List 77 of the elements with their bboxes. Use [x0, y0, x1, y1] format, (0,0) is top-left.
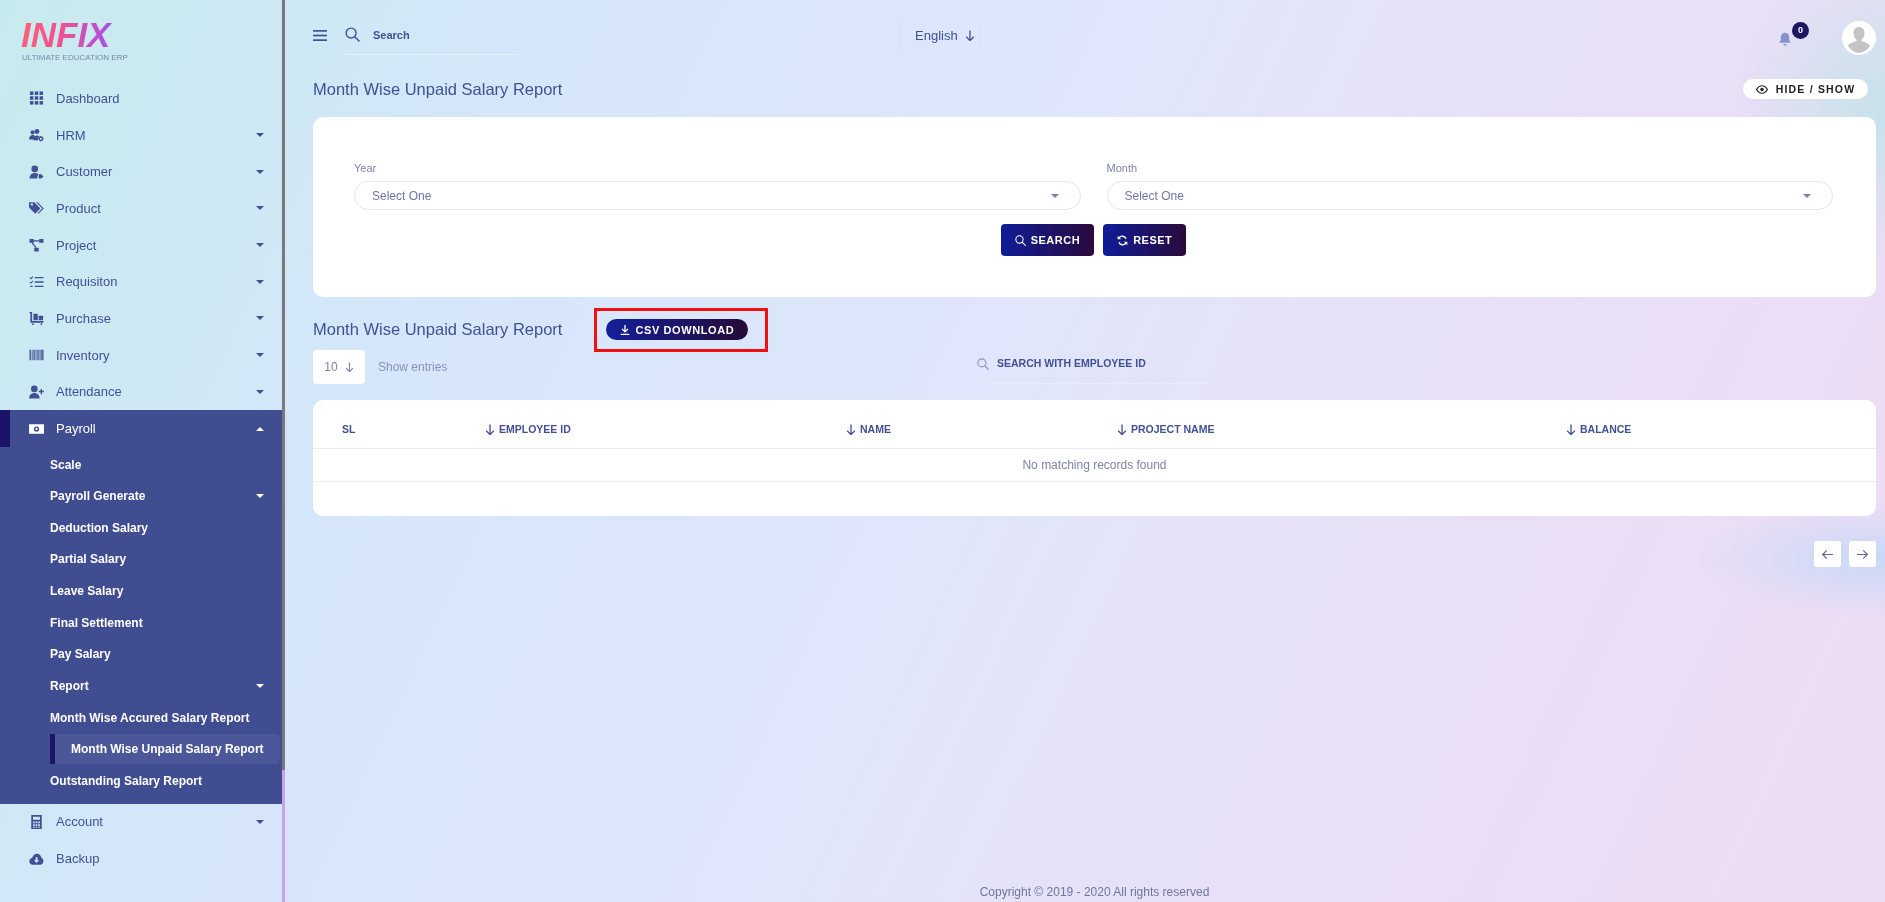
sort-arrow-icon	[1566, 423, 1576, 435]
cart-icon	[29, 311, 44, 326]
logo-subtitle: ULTIMATE EDUCATION ERP	[22, 53, 128, 62]
sidebar-item[interactable]: Project	[0, 226, 282, 264]
employee-search-field[interactable]: SEARCH WITH EMPLOYEE ID	[997, 357, 1197, 370]
submenu-item[interactable]: Report	[50, 671, 280, 701]
page-size-label: Show entries	[378, 360, 448, 374]
caret-icon	[1050, 193, 1059, 198]
sidebar-item[interactable]: Customer	[0, 153, 282, 191]
sort-arrow-icon	[1117, 423, 1127, 435]
submenu-item[interactable]: Month Wise Unpaid Salary Report	[50, 734, 280, 765]
user-tag-icon	[29, 164, 44, 179]
sidebar-item[interactable]: HRM	[0, 116, 282, 154]
sidebar-item[interactable]: Attendance	[0, 373, 282, 411]
submenu-item[interactable]: Partial Salary	[50, 544, 280, 575]
submenu-item[interactable]: Pay Salary	[50, 639, 280, 670]
submenu-item[interactable]: Deduction Salary	[50, 512, 280, 543]
banknote-icon	[29, 421, 44, 436]
previous-page-button[interactable]	[1814, 541, 1841, 567]
search-icon	[1014, 234, 1026, 246]
submenu-item[interactable]: Final Settlement	[50, 607, 280, 638]
eye-icon	[1755, 84, 1768, 94]
column-header[interactable]: NAME	[846, 423, 891, 435]
language-select[interactable]: English	[899, 19, 980, 51]
arrow-down-icon	[344, 362, 354, 372]
caret-icon	[1803, 193, 1811, 198]
submenu-item[interactable]: Scale	[50, 449, 280, 480]
tags-icon	[29, 201, 44, 216]
submenu-item[interactable]: Outstanding Salary Report	[50, 765, 280, 796]
empty-message: No matching records found	[1022, 458, 1167, 472]
arrow-right-icon	[1856, 548, 1869, 560]
download-icon	[620, 324, 631, 335]
users-gear-icon	[29, 128, 44, 143]
csv-download-button[interactable]: CSV DOWNLOAD	[606, 319, 749, 340]
field-label: Year	[354, 161, 377, 175]
sidebar-item[interactable]: Inventory	[0, 336, 282, 374]
section-title: Month Wise Unpaid Salary Report	[313, 320, 563, 339]
hide-show-button[interactable]: HIDE / SHOW	[1743, 79, 1868, 99]
sidebar-item[interactable]: Purchase	[0, 300, 282, 337]
notification-badge: 0	[1792, 21, 1809, 39]
user-plus-icon	[29, 384, 44, 399]
sidebar-item[interactable]: Account	[0, 803, 282, 841]
menu-icon[interactable]	[313, 29, 327, 41]
sidebar-item[interactable]: Payroll	[0, 410, 282, 447]
grid-icon	[29, 91, 44, 106]
nodes-icon	[29, 238, 44, 253]
page-title: Month Wise Unpaid Salary Report	[313, 79, 563, 99]
calculator-icon	[29, 814, 44, 829]
checklist-icon	[29, 274, 44, 289]
search-icon	[977, 357, 989, 370]
copyright-text: Copyright © 2019 - 2020 All rights reserved	[979, 885, 1210, 899]
submenu-item[interactable]: Payroll Generate	[50, 481, 280, 512]
barcode-icon	[29, 348, 44, 363]
search-button[interactable]: SEARCH	[1000, 224, 1095, 256]
refresh-icon	[1117, 234, 1129, 246]
search-icon	[345, 27, 360, 42]
cloud-download-icon	[29, 851, 44, 866]
sidebar-item[interactable]: Product	[0, 190, 282, 227]
column-header[interactable]: EMPLOYEE ID	[485, 423, 571, 435]
column-header[interactable]: BALANCE	[1566, 423, 1632, 435]
search-field[interactable]: Search	[373, 27, 503, 42]
field-label: Month	[1106, 161, 1138, 175]
submenu-item[interactable]: Month Wise Accured Salary Report	[50, 702, 280, 733]
sidebar-item[interactable]: Requisiton	[0, 263, 282, 301]
submenu-item[interactable]: Leave Salary	[50, 576, 280, 607]
page-size-select[interactable]: 10	[313, 350, 365, 384]
arrow-down-icon	[964, 29, 975, 41]
reset-button[interactable]: RESET	[1103, 224, 1187, 256]
sort-arrow-icon	[846, 423, 856, 435]
next-page-button[interactable]	[1849, 541, 1876, 567]
sidebar-item[interactable]: Dashboard	[0, 80, 282, 117]
sort-arrow-icon	[485, 423, 495, 435]
sidebar-item[interactable]: Backup	[0, 840, 282, 877]
column-header: SL	[342, 423, 356, 435]
arrow-left-icon	[1821, 548, 1834, 560]
column-header[interactable]: PROJECT NAME	[1117, 423, 1215, 435]
sidebar-scrollbar[interactable]	[282, 0, 285, 902]
